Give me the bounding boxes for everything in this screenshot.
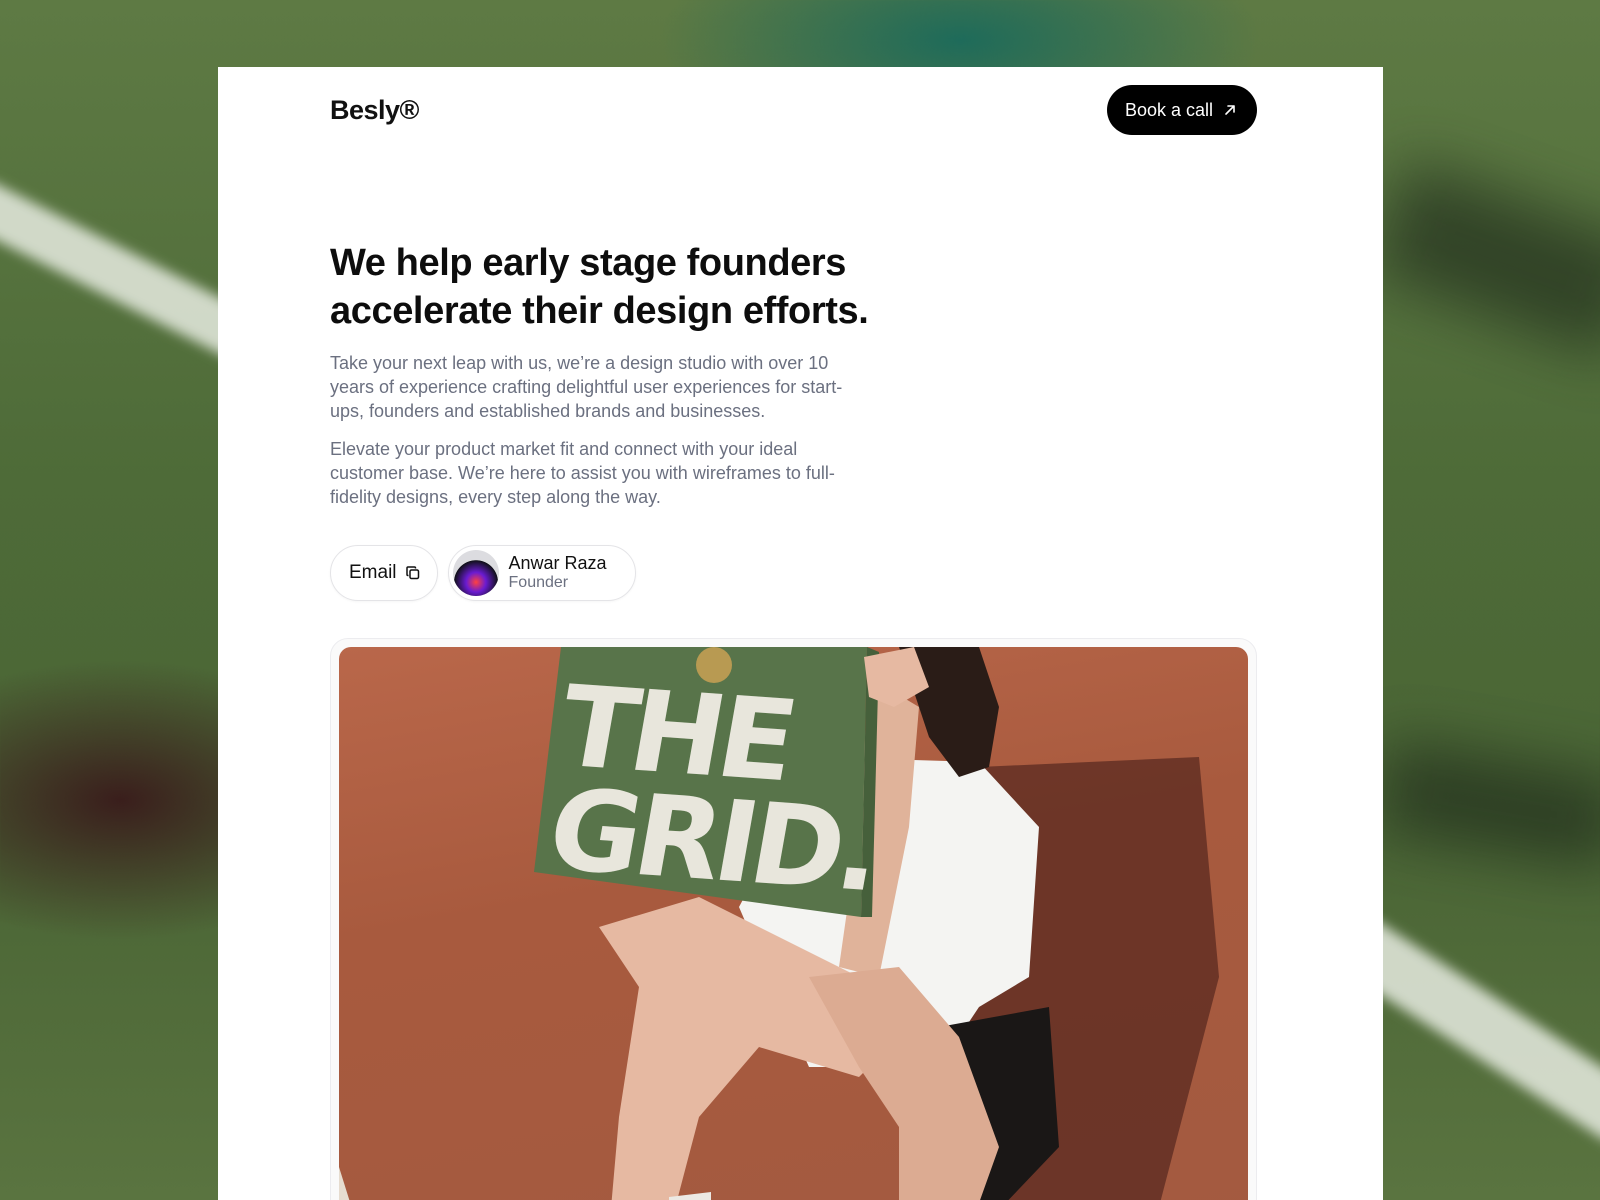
founder-name: Anwar Raza [508, 553, 607, 573]
copy-icon [405, 566, 419, 580]
arrow-up-right-icon [1225, 105, 1235, 115]
background-shadow [1374, 739, 1600, 871]
hero-section: We help early stage founders accelerate … [330, 239, 930, 509]
hero-photo: THE GRID. [339, 647, 1248, 1200]
page-card: Besly® Book a call We help early stage f… [218, 67, 1383, 1200]
founder-info: Anwar Raza Founder [509, 554, 607, 592]
book-a-call-button[interactable]: Book a call [1106, 85, 1257, 135]
contact-row: Email Anwar Raza Founder [330, 545, 636, 601]
hero-image-frame: THE GRID. [330, 638, 1257, 1200]
email-copy-button[interactable]: Email [330, 545, 438, 601]
logo[interactable]: Besly® [330, 95, 419, 126]
hero-paragraph-2: Elevate your product market fit and conn… [330, 439, 835, 507]
photo-illustration: THE GRID. [339, 647, 1219, 1200]
magazine-text-grid: GRID. [539, 766, 886, 917]
founder-role: Founder [508, 574, 569, 591]
hero-headline: We help early stage founders accelerate … [330, 242, 869, 332]
avatar [452, 550, 499, 596]
hero-paragraph-1: Take your next leap with us, we’re a des… [330, 353, 843, 421]
header: Besly® Book a call [330, 85, 1257, 135]
background-shadow [1367, 159, 1600, 361]
book-a-call-label: Book a call [1124, 99, 1213, 120]
email-label: Email [349, 562, 397, 583]
founder-card[interactable]: Anwar Raza Founder [447, 545, 636, 601]
